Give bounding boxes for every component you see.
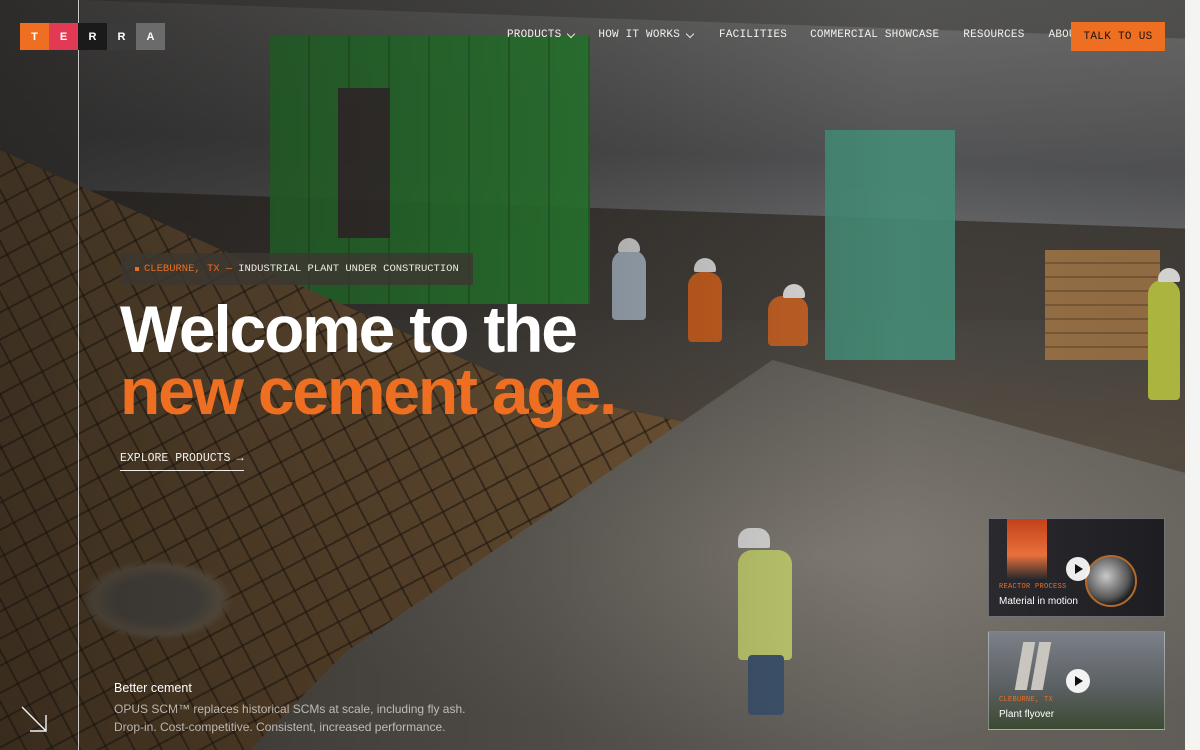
bullet-icon — [135, 267, 139, 271]
nav-item-how-it-works[interactable]: HOW IT WORKS — [598, 29, 695, 41]
feature-line: OPUS SCM™ replaces historical SCMs at sc… — [114, 702, 466, 716]
nav-item-products[interactable]: PRODUCTS — [507, 29, 576, 41]
headline-line2: new cement age. — [120, 354, 617, 428]
video-card-plant-flyover[interactable]: CLEBURNE, TX Plant flyover — [988, 631, 1165, 730]
location-tag: CLEBURNE, TX — INDUSTRIAL PLANT UNDER CO… — [121, 253, 473, 285]
play-icon[interactable] — [1066, 557, 1090, 581]
chevron-down-icon — [685, 29, 695, 38]
tag-location: CLEBURNE, TX — — [144, 263, 233, 275]
logo-letter: R — [78, 23, 107, 50]
video-card-material-in-motion[interactable]: REACTOR PROCESS Material in motion — [988, 518, 1165, 617]
nav-label: RESOURCES — [963, 29, 1025, 41]
arrow-down-right-icon[interactable] — [19, 704, 49, 734]
card-title: Material in motion — [999, 596, 1078, 607]
feature-title: Better cement — [114, 681, 192, 695]
logo-letter: R — [107, 23, 136, 50]
logo-letter: T — [20, 23, 49, 50]
play-icon[interactable] — [1066, 669, 1090, 693]
explore-products-link[interactable]: EXPLORE PRODUCTS → — [120, 451, 244, 471]
terra-logo[interactable]: T E R R A — [20, 23, 165, 50]
arrow-right-icon: → — [236, 451, 244, 465]
nav-label: COMMERCIAL SHOWCASE — [810, 29, 940, 41]
scrollbar-track[interactable] — [1185, 0, 1200, 750]
tag-description: INDUSTRIAL PLANT UNDER CONSTRUCTION — [238, 263, 459, 275]
nav-label: FACILITIES — [719, 29, 788, 41]
nav-item-resources[interactable]: RESOURCES — [963, 29, 1024, 41]
main-nav: PRODUCTS HOW IT WORKS FACILITIES COMMERC… — [507, 29, 1083, 41]
frame-line — [78, 0, 79, 750]
card-kicker: CLEBURNE, TX — [999, 696, 1054, 704]
talk-to-us-button[interactable]: TALK TO US — [1071, 22, 1165, 51]
card-kicker: REACTOR PROCESS — [999, 583, 1067, 591]
chevron-down-icon — [567, 29, 576, 38]
headline-line1: Welcome to the — [120, 292, 578, 366]
nav-item-commercial-showcase[interactable]: COMMERCIAL SHOWCASE — [810, 29, 939, 41]
hero-headline: Welcome to the new cement age. — [120, 292, 617, 428]
reactor-glow — [1007, 519, 1047, 579]
nav-item-facilities[interactable]: FACILITIES — [719, 29, 787, 41]
logo-letter: E — [49, 23, 78, 50]
explore-label: EXPLORE PRODUCTS — [120, 451, 231, 465]
logo-letter: A — [136, 23, 165, 50]
nav-label: HOW IT WORKS — [598, 29, 681, 41]
nav-label: PRODUCTS — [507, 29, 562, 41]
feature-line: Drop-in. Cost-competitive. Consistent, i… — [114, 720, 446, 734]
material-sphere — [1085, 555, 1137, 607]
feature-description: OPUS SCM™ replaces historical SCMs at sc… — [114, 700, 465, 736]
card-title: Plant flyover — [999, 709, 1055, 720]
